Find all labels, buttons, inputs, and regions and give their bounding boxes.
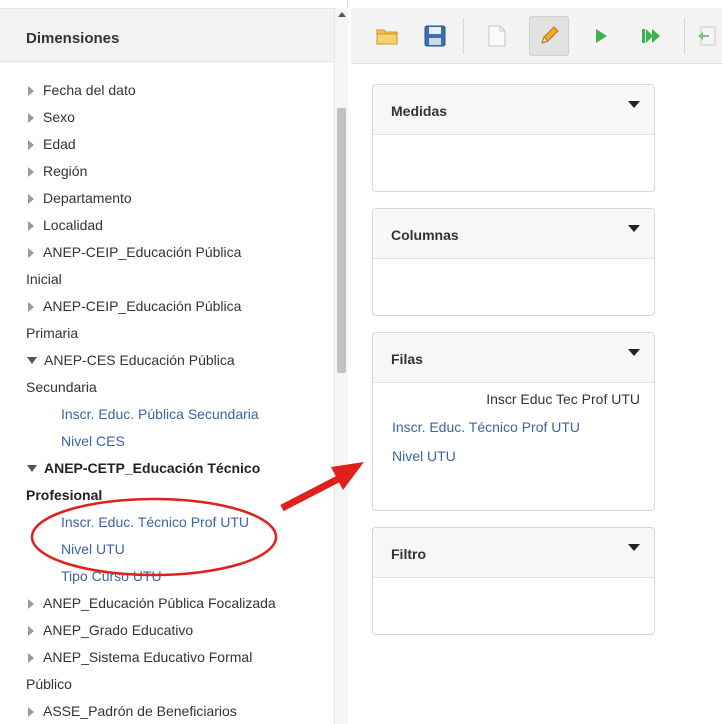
tree-item-label-continuation: Secundaria	[26, 379, 97, 395]
expand-arrow-icon[interactable]	[28, 599, 34, 609]
tree-item-asse-padron-de-beneficiarios[interactable]: ASSE_Padrón de Beneficiarios	[28, 702, 237, 720]
tree-item-anep-grado-educativo[interactable]: ANEP_Grado Educativo	[28, 621, 193, 639]
expand-arrow-icon[interactable]	[28, 248, 34, 258]
tree-leaf-inscr-educ-publica-secundaria[interactable]: Inscr. Educ. Pública Secundaria	[61, 405, 259, 423]
measures-card[interactable]: Medidas	[372, 84, 655, 192]
tree-leaf-inscr-educ-tecnico-prof-utu[interactable]: Inscr. Educ. Técnico Prof UTU	[61, 513, 249, 531]
export-icon	[697, 26, 715, 46]
expand-arrow-icon[interactable]	[28, 221, 34, 231]
collapse-arrow-icon[interactable]	[27, 465, 37, 472]
tree-item-region[interactable]: Región	[28, 162, 87, 180]
columns-card[interactable]: Columnas	[372, 208, 655, 316]
scroll-up-arrow-icon[interactable]	[338, 12, 346, 17]
dimensions-scrollbar[interactable]	[334, 8, 348, 724]
tree-item-label-continuation: Inicial	[26, 271, 62, 287]
tree-item-sexo[interactable]: Sexo	[28, 108, 75, 126]
rows-card-header-item[interactable]: Inscr Educ Tec Prof UTU	[486, 391, 640, 407]
expand-arrow-icon[interactable]	[28, 653, 34, 663]
tree-item-anep-sistema-educativo-formal[interactable]: ANEP_Sistema Educativo Formal	[28, 648, 252, 666]
tree-item-anep-ces-secundaria[interactable]: ANEP-CES Educación Pública	[27, 351, 235, 369]
filter-card[interactable]: Filtro	[372, 527, 655, 635]
tree-item-anep-ceip-inicial[interactable]: ANEP-CEIP_Educación Pública	[28, 243, 241, 261]
expand-arrow-icon[interactable]	[28, 707, 34, 717]
tree-item-departamento[interactable]: Departamento	[28, 189, 132, 207]
fast-forward-icon	[642, 29, 660, 43]
tree-item-anep-ceip-primaria[interactable]: ANEP-CEIP_Educación Pública	[28, 297, 241, 315]
tree-leaf-tipo-curso-utu[interactable]: Tipo Curso UTU	[61, 567, 162, 585]
tree-item-label-continuation: Público	[26, 676, 72, 692]
measures-card-header: Medidas	[373, 85, 654, 135]
tree-item-localidad[interactable]: Localidad	[28, 216, 103, 234]
dropdown-caret-icon[interactable]	[628, 225, 640, 232]
expand-arrow-icon[interactable]	[28, 86, 34, 96]
tree-item-anep-cetp-profesional[interactable]: ANEP-CETP_Educación Técnico	[27, 459, 260, 477]
collapse-arrow-icon[interactable]	[27, 357, 37, 364]
tree-leaf-nivel-utu[interactable]: Nivel UTU	[61, 540, 125, 558]
tree-leaf-nivel-ces[interactable]: Nivel CES	[61, 432, 125, 450]
tree-item-label-continuation: Primaria	[26, 325, 79, 341]
rows-card-item-nivel-utu[interactable]: Nivel UTU	[392, 448, 456, 464]
expand-arrow-icon[interactable]	[28, 140, 34, 150]
filter-card-title: Filtro	[391, 546, 426, 562]
expand-arrow-icon[interactable]	[28, 302, 34, 312]
open-folder-button[interactable]	[367, 16, 407, 56]
tree-item-edad[interactable]: Edad	[28, 135, 76, 153]
filter-card-header: Filtro	[373, 528, 654, 578]
run-all-button[interactable]	[631, 16, 671, 56]
dimensions-panel: Dimensiones Fecha del dato Sexo Edad Reg…	[0, 0, 348, 724]
tree-item-anep-educacion-publica-focalizada[interactable]: ANEP_Educación Pública Focalizada	[28, 594, 276, 612]
toolbar	[351, 8, 722, 64]
save-button[interactable]	[415, 16, 455, 56]
rows-card-header: Filas	[373, 333, 654, 383]
expand-arrow-icon[interactable]	[28, 194, 34, 204]
rows-card-title: Filas	[391, 351, 423, 367]
tree-item-label-continuation: Profesional	[26, 487, 103, 503]
pencil-icon	[541, 26, 559, 44]
measures-card-title: Medidas	[391, 103, 448, 119]
dropdown-caret-icon[interactable]	[628, 544, 640, 551]
expand-arrow-icon[interactable]	[28, 113, 34, 123]
new-document-button[interactable]	[477, 16, 517, 56]
folder-icon	[376, 29, 398, 45]
dropdown-caret-icon[interactable]	[628, 101, 640, 108]
columns-card-title: Columnas	[391, 227, 459, 243]
tree-item-fecha-del-dato[interactable]: Fecha del dato	[28, 81, 136, 99]
export-button[interactable]	[691, 16, 722, 56]
floppy-disk-icon	[424, 25, 446, 47]
expand-arrow-icon[interactable]	[28, 626, 34, 636]
rows-card[interactable]: Filas Inscr Educ Tec Prof UTU Inscr. Edu…	[372, 332, 655, 511]
dimensions-header: Dimensiones	[0, 8, 334, 62]
run-button[interactable]	[581, 16, 621, 56]
edit-button[interactable]	[529, 16, 569, 56]
toolbar-separator	[684, 18, 685, 54]
document-icon	[488, 25, 506, 47]
rows-card-item-inscr-educ-tecnico-prof-utu[interactable]: Inscr. Educ. Técnico Prof UTU	[392, 419, 580, 435]
play-icon	[596, 29, 607, 43]
dimensions-title: Dimensiones	[26, 30, 120, 47]
expand-arrow-icon[interactable]	[28, 167, 34, 177]
columns-card-header: Columnas	[373, 209, 654, 259]
toolbar-separator	[463, 18, 464, 54]
dropdown-caret-icon[interactable]	[628, 349, 640, 356]
scroll-thumb[interactable]	[337, 108, 346, 373]
